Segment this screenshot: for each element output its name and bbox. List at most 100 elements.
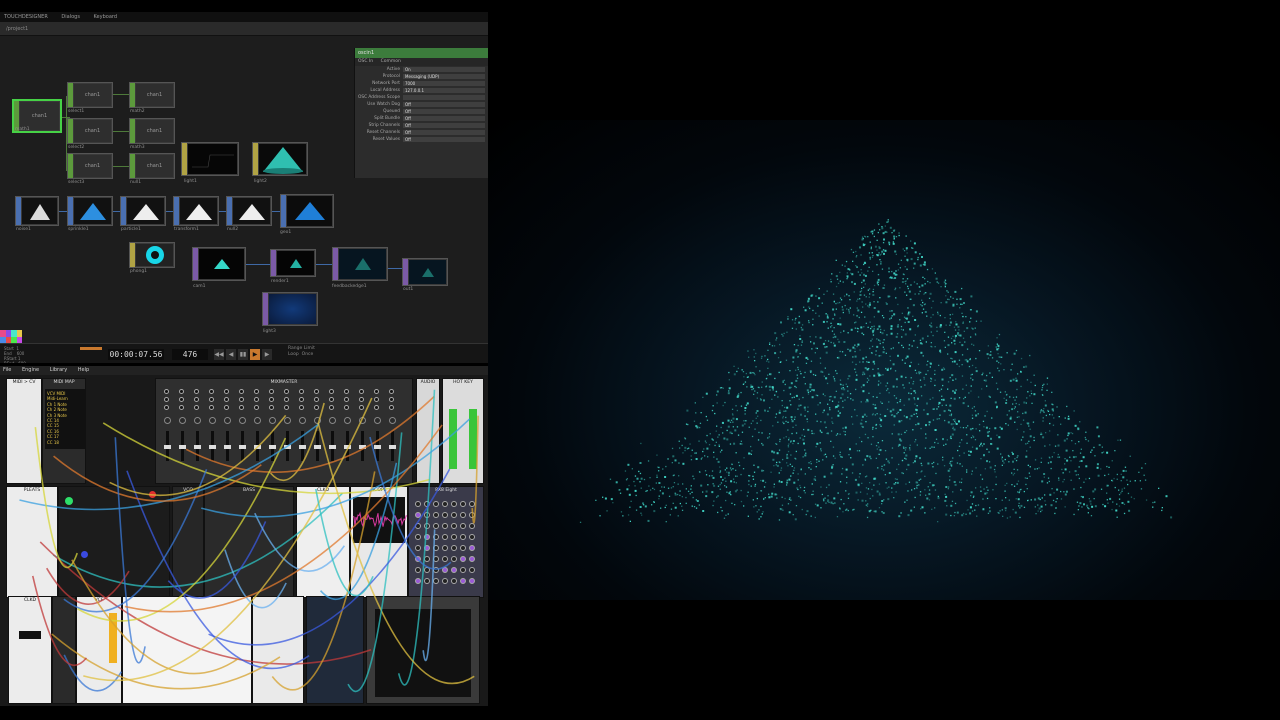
grid-button[interactable] [424, 523, 430, 529]
grid-button[interactable] [469, 567, 475, 573]
grid-button[interactable] [460, 501, 466, 507]
grid-button[interactable] [451, 523, 457, 529]
grid-button[interactable] [442, 556, 448, 562]
param-tab-common[interactable]: Common [381, 59, 401, 64]
param-value[interactable]: Off [403, 130, 485, 135]
mixer-knob[interactable] [284, 417, 291, 424]
mixer-knob[interactable] [329, 417, 336, 424]
grid-button[interactable] [442, 578, 448, 584]
frame-field[interactable]: 476 [172, 349, 208, 360]
node-select3[interactable]: chan1 [67, 153, 113, 179]
mixer-knob[interactable] [254, 417, 261, 424]
mixer-jack[interactable] [194, 405, 199, 410]
param-row[interactable]: Reset Values Off [355, 136, 488, 143]
rewind-icon[interactable]: ◀◀ [214, 349, 224, 360]
grid-button[interactable] [469, 512, 475, 518]
mixer-knob[interactable] [209, 417, 216, 424]
grid-button[interactable] [442, 501, 448, 507]
grid-button[interactable] [460, 545, 466, 551]
grid-button[interactable] [433, 534, 439, 540]
xy-point-green[interactable] [65, 497, 73, 505]
grid-button[interactable] [469, 501, 475, 507]
param-value[interactable]: 127.0.0.1 [403, 88, 485, 93]
grid-button[interactable] [415, 534, 421, 540]
node-light3[interactable] [262, 292, 318, 326]
grid-button[interactable] [433, 501, 439, 507]
mixer-fader[interactable] [224, 431, 231, 461]
mixer-fader[interactable] [314, 431, 321, 461]
node-transform1[interactable] [173, 196, 219, 226]
mixer-jack[interactable] [194, 389, 199, 394]
menu-library[interactable]: Library [50, 367, 67, 373]
grid-button[interactable] [415, 501, 421, 507]
mixer-jack[interactable] [374, 389, 379, 394]
module-hotkey[interactable]: HOT KEY [442, 378, 484, 484]
mixer-fader[interactable] [344, 431, 351, 461]
mixer-knob[interactable] [359, 417, 366, 424]
mixer-jack[interactable] [164, 397, 169, 402]
param-value[interactable]: On [403, 67, 485, 72]
node-math3[interactable]: chan1 [129, 118, 175, 144]
mixer-jack[interactable] [284, 389, 289, 394]
param-value[interactable] [403, 95, 485, 100]
node-null1[interactable]: chan1 [129, 153, 175, 179]
mixer-jack[interactable] [254, 397, 259, 402]
mixer-knob[interactable] [374, 417, 381, 424]
param-row[interactable]: Use Watch Dog Off [355, 101, 488, 108]
mixer-jack[interactable] [254, 405, 259, 410]
param-value[interactable]: Off [403, 102, 485, 107]
mixer-knob[interactable] [269, 417, 276, 424]
module-clkd[interactable]: CLKD [8, 596, 52, 704]
node-render1[interactable] [270, 249, 316, 277]
module-mixer[interactable]: MIXMASTER [155, 378, 413, 484]
mixer-jack[interactable] [299, 405, 304, 410]
timecode-display[interactable]: 00:00:07.56 [108, 349, 164, 360]
mixer-knob[interactable] [194, 417, 201, 424]
grid-button[interactable] [460, 578, 466, 584]
mixer-jack[interactable] [389, 405, 394, 410]
grid-button[interactable] [451, 578, 457, 584]
td-title-keyboard[interactable]: Keyboard [94, 14, 118, 20]
param-row[interactable]: OSC Address Scope [355, 94, 488, 101]
grid-button[interactable] [415, 567, 421, 573]
grid-button[interactable] [424, 556, 430, 562]
node-select2[interactable]: chan1 [67, 118, 113, 144]
module-eight[interactable]: 8X8 Eight [408, 486, 484, 598]
mixer-jack[interactable] [269, 389, 274, 394]
mixer-jack[interactable] [359, 389, 364, 394]
xy-point-red[interactable] [149, 491, 156, 498]
module-matrix[interactable] [366, 596, 480, 704]
grid-button[interactable] [451, 567, 457, 573]
node-out1[interactable] [402, 258, 448, 286]
module-scope[interactable]: SCOPE [350, 486, 408, 598]
mixer-fader[interactable] [209, 431, 216, 461]
grid-button[interactable] [433, 545, 439, 551]
param-row[interactable]: Network Port 7000 [355, 80, 488, 87]
mixer-jack[interactable] [374, 397, 379, 402]
param-header[interactable]: oscin1 [355, 48, 488, 58]
grid-button[interactable] [469, 556, 475, 562]
grid-button[interactable] [424, 501, 430, 507]
param-value[interactable]: Off [403, 137, 485, 142]
node-math2[interactable]: chan1 [129, 82, 175, 108]
mixer-jack[interactable] [359, 405, 364, 410]
node-select1[interactable]: chan1 [67, 82, 113, 108]
grid-button[interactable] [442, 512, 448, 518]
grid-button[interactable] [424, 534, 430, 540]
mixer-knob[interactable] [164, 417, 171, 424]
param-value[interactable]: Off [403, 123, 485, 128]
mixer-jack[interactable] [239, 397, 244, 402]
mixer-jack[interactable] [239, 405, 244, 410]
step-back-icon[interactable]: ◀ [226, 349, 236, 360]
mixer-fader[interactable] [374, 431, 381, 461]
xy-point-blue[interactable] [81, 551, 88, 558]
grid-button[interactable] [451, 556, 457, 562]
mixer-jack[interactable] [329, 389, 334, 394]
grid-button[interactable] [469, 534, 475, 540]
grid-button[interactable] [460, 534, 466, 540]
grid-button[interactable] [451, 512, 457, 518]
node-light1[interactable] [181, 142, 239, 176]
node-geo1[interactable] [280, 194, 334, 228]
grid-button[interactable] [415, 545, 421, 551]
grid-button[interactable] [442, 545, 448, 551]
